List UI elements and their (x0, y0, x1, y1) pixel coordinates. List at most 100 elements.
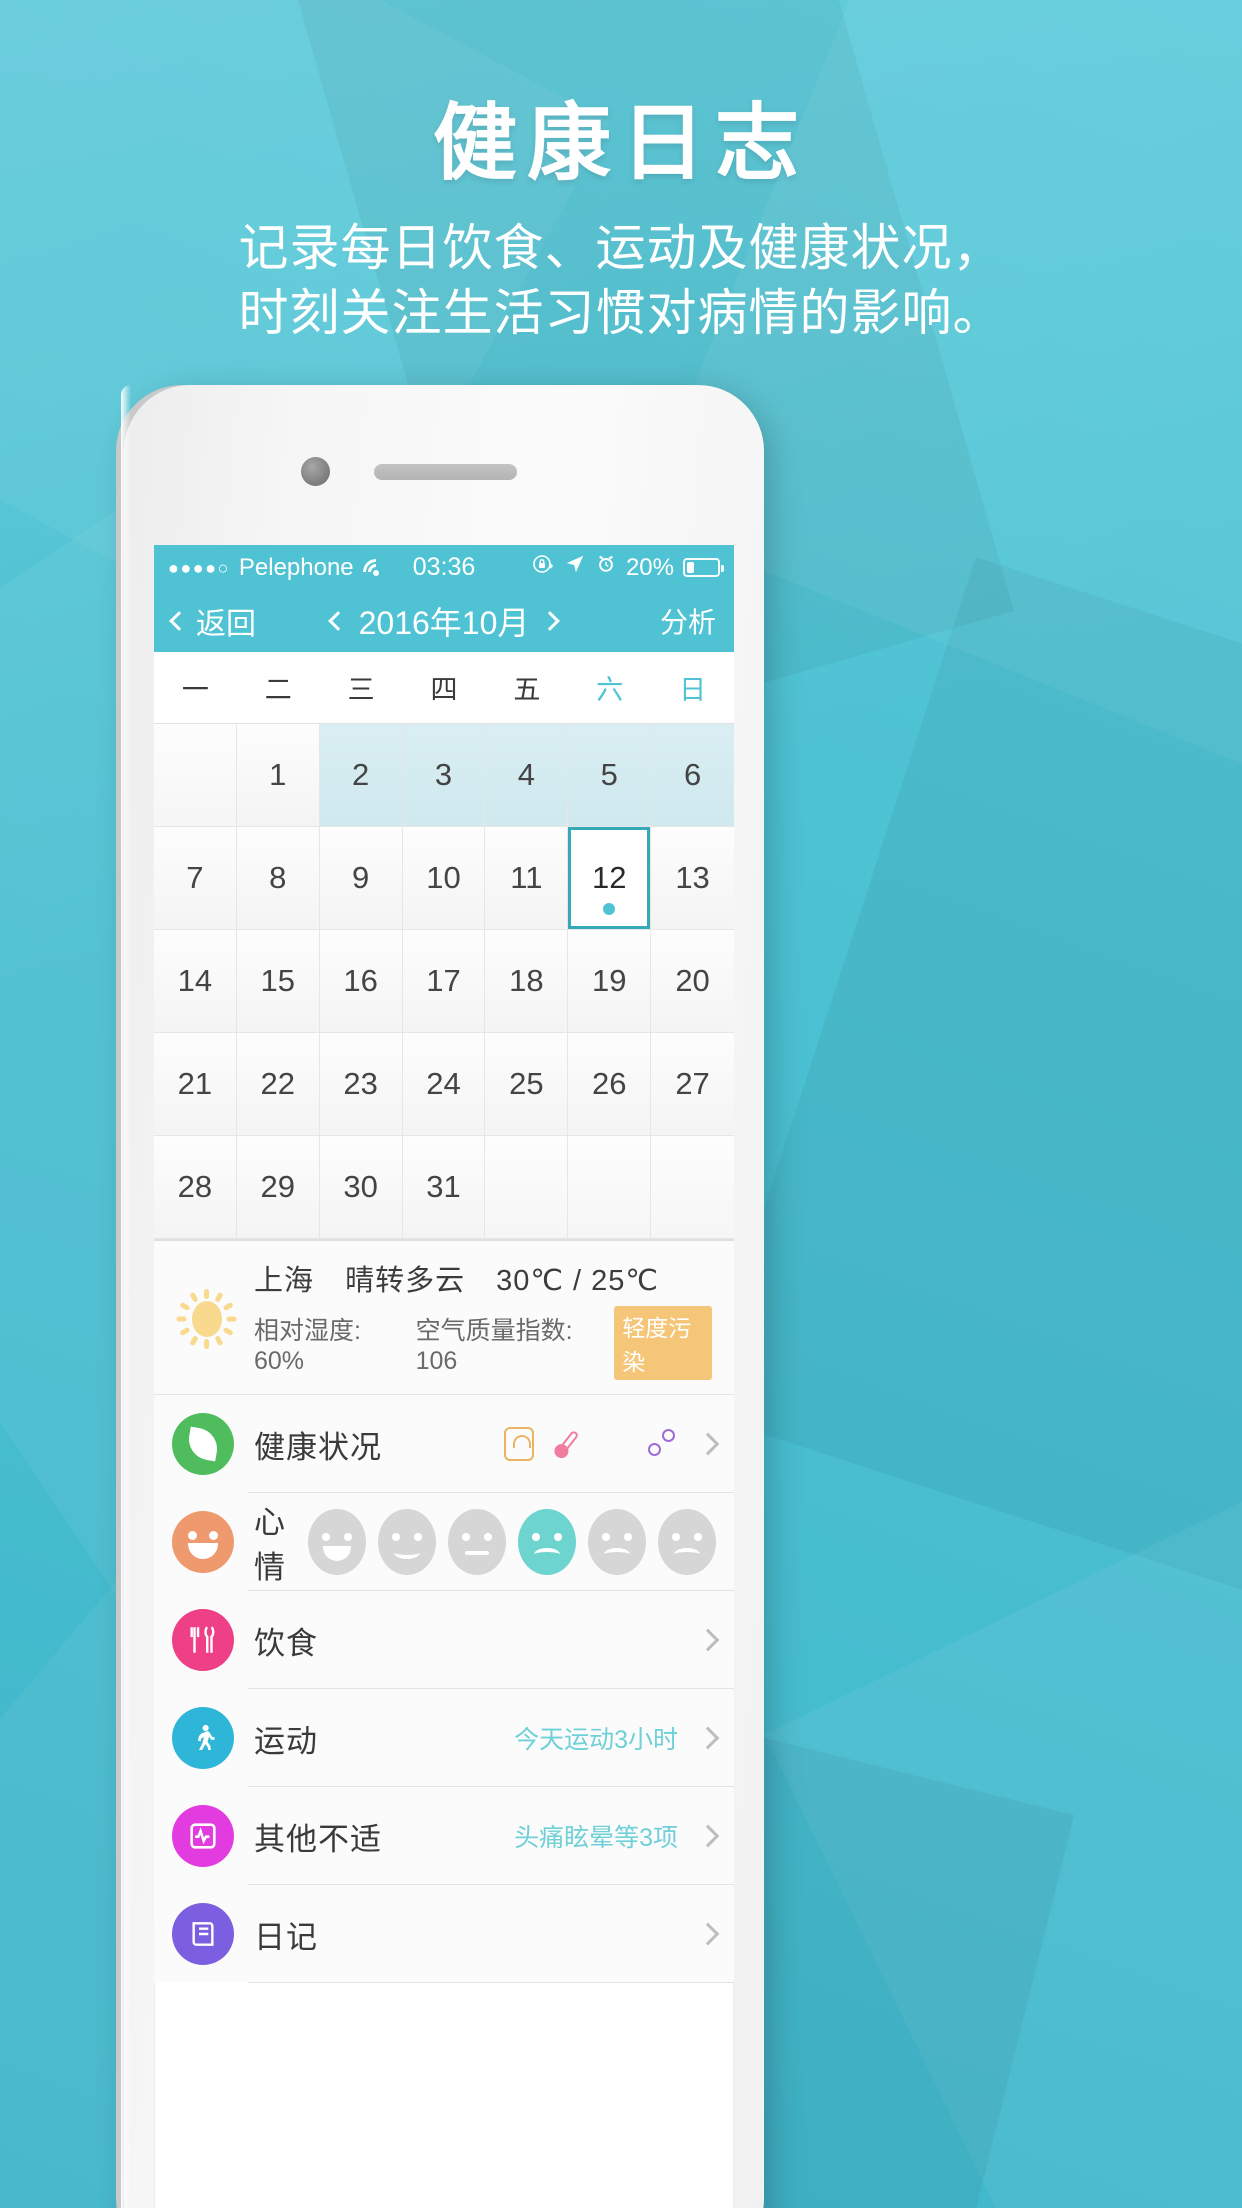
status-bar-left: ●●●●○ Pelephone (168, 554, 395, 591)
cutlery-icon (172, 1609, 234, 1671)
calendar-day-label: 22 (260, 1066, 296, 1101)
calendar-day[interactable]: 19 (568, 930, 652, 1033)
calendar-day[interactable]: 27 (651, 1033, 734, 1136)
weather-text: 上海 晴转多云 30℃ / 25℃ 相对湿度: 60% 空气质量指数: 106 … (254, 1257, 712, 1380)
stethoscope-icon[interactable] (648, 1427, 678, 1461)
prev-month-button[interactable] (327, 611, 348, 631)
promo-headline: 健康日志 记录每日饮食、运动及健康状况， 时刻关注生活习惯对病情的影响。 (0, 96, 1242, 346)
mood-crying[interactable] (658, 1509, 716, 1575)
calendar-day[interactable]: 3 (402, 724, 486, 827)
list-item-other-symptoms[interactable]: 其他不适 头痛眩晕等3项 (154, 1787, 734, 1885)
promo-subtitle-line1: 记录每日饮食、运动及健康状况， (238, 220, 1004, 277)
calendar-day[interactable]: 25 (485, 1033, 569, 1136)
weather-aqi: 空气质量指数: 106 (415, 1316, 573, 1375)
promo-title: 健康日志 (432, 96, 809, 190)
mood-worried[interactable] (588, 1509, 646, 1575)
weekday-header-cell: 六 (596, 675, 624, 705)
list-item-label: 健康状况 (254, 1429, 382, 1465)
calendar-day[interactable]: 15 (236, 930, 320, 1033)
mood-selector[interactable] (308, 1509, 716, 1575)
sun-ray (222, 1301, 234, 1311)
calendar-day-label: 30 (343, 1169, 378, 1204)
weight-scale-icon[interactable] (504, 1427, 534, 1461)
calendar-day-label: 6 (683, 757, 702, 792)
calendar-day-label: 29 (260, 1169, 296, 1204)
month-title-group: 2016年10月 (154, 598, 734, 644)
calendar-day-label: 23 (343, 1066, 378, 1101)
mood-neutral[interactable] (448, 1509, 506, 1575)
chevron-right-icon (696, 1432, 720, 1456)
calendar-day[interactable]: 21 (154, 1033, 237, 1136)
sun-ray (176, 1316, 187, 1321)
calendar-day[interactable]: 26 (568, 1033, 652, 1136)
promo-subtitle-line2: 时刻关注生活习惯对病情的影响。 (238, 285, 1004, 342)
calendar-day[interactable]: 13 (651, 827, 734, 930)
sun-ray (189, 1291, 199, 1303)
leaf-icon (172, 1413, 234, 1475)
calendar-day[interactable]: 28 (154, 1136, 237, 1239)
calendar-day[interactable]: 16 (319, 930, 403, 1033)
list-item-label: 心情 (254, 1505, 286, 1585)
sun-icon (176, 1288, 237, 1349)
battery-percent-label: 20% (625, 553, 674, 581)
next-month-button[interactable] (540, 611, 561, 631)
calendar-day-label: 1 (269, 757, 287, 792)
calendar-grid: 1 2 3 4 5 6 7 8 9 10 11 12 13 14 15 16 17 18 19 20 21 22 23 24 2… (154, 724, 734, 1239)
calendar-day[interactable]: 18 (485, 930, 569, 1033)
thermometer-icon[interactable] (545, 1421, 590, 1466)
list-item-diet[interactable]: 饮食 (154, 1591, 734, 1689)
calendar-day[interactable]: 24 (402, 1033, 486, 1136)
calendar-day[interactable]: 30 (319, 1136, 403, 1239)
month-title: 2016年10月 (358, 605, 530, 641)
calendar-day[interactable]: 17 (402, 930, 486, 1033)
calendar-day-label: 18 (509, 963, 544, 998)
analysis-button[interactable]: 分析 (660, 601, 716, 641)
calendar-day (651, 1136, 734, 1239)
sun-ray (204, 1338, 209, 1349)
calendar-day[interactable]: 23 (319, 1033, 403, 1136)
calendar-day[interactable]: 31 (402, 1136, 486, 1239)
mood-smile[interactable] (378, 1509, 436, 1575)
calendar-day[interactable]: 22 (236, 1033, 320, 1136)
weekday-header-cell: 三 (347, 675, 375, 705)
list-item-exercise[interactable]: 运动 今天运动3小时 (154, 1689, 734, 1787)
calendar-day[interactable]: 7 (154, 827, 237, 930)
blood-drop-icon[interactable] (600, 1427, 630, 1461)
calendar-day[interactable]: 8 (236, 827, 320, 930)
calendar-day[interactable]: 5 (568, 724, 652, 827)
calendar-day[interactable]: 11 (485, 827, 569, 930)
list-item-health[interactable]: 健康状况 (154, 1395, 734, 1493)
weekday-header-cell: 日 (679, 675, 707, 705)
calendar-day[interactable]: 20 (651, 930, 734, 1033)
mood-grin[interactable] (308, 1509, 366, 1575)
calendar-day[interactable]: 2 (319, 724, 403, 827)
pulse-icon (172, 1805, 234, 1867)
mood-sad[interactable] (518, 1509, 576, 1575)
weekday-header-cell: 五 (513, 675, 541, 705)
weather-city: 上海 (254, 1265, 315, 1297)
list-item-value: 头痛眩晕等3项 (514, 1824, 678, 1852)
weekday-header-cell: 一 (181, 675, 209, 705)
calendar-day-label: 27 (675, 1066, 710, 1101)
chevron-right-icon (696, 1922, 720, 1946)
calendar-day-label: 14 (177, 963, 213, 998)
calendar-day-label: 16 (343, 963, 378, 998)
sun-ray (214, 1291, 224, 1303)
calendar-day-selected[interactable]: 12 (568, 827, 652, 930)
calendar-day[interactable]: 29 (236, 1136, 320, 1239)
weather-condition: 晴转多云 (345, 1265, 466, 1297)
calendar-day[interactable]: 6 (651, 724, 734, 827)
calendar-day[interactable]: 4 (485, 724, 569, 827)
list-item-mood[interactable]: 心情 (154, 1493, 734, 1591)
calendar-day[interactable]: 10 (402, 827, 486, 930)
weather-summary[interactable]: 上海 晴转多云 30℃ / 25℃ 相对湿度: 60% 空气质量指数: 106 … (154, 1239, 734, 1395)
calendar-day[interactable]: 9 (319, 827, 403, 930)
weekday-header-cell: 四 (430, 675, 458, 705)
sun-ray (222, 1326, 234, 1336)
calendar-day-label: 25 (509, 1066, 544, 1101)
calendar-day-label: 26 (591, 1066, 627, 1101)
list-item-diary[interactable]: 日记 (154, 1885, 734, 1983)
calendar-day[interactable]: 1 (236, 724, 320, 827)
calendar-day[interactable]: 14 (154, 930, 237, 1033)
sun-ray (189, 1334, 199, 1346)
